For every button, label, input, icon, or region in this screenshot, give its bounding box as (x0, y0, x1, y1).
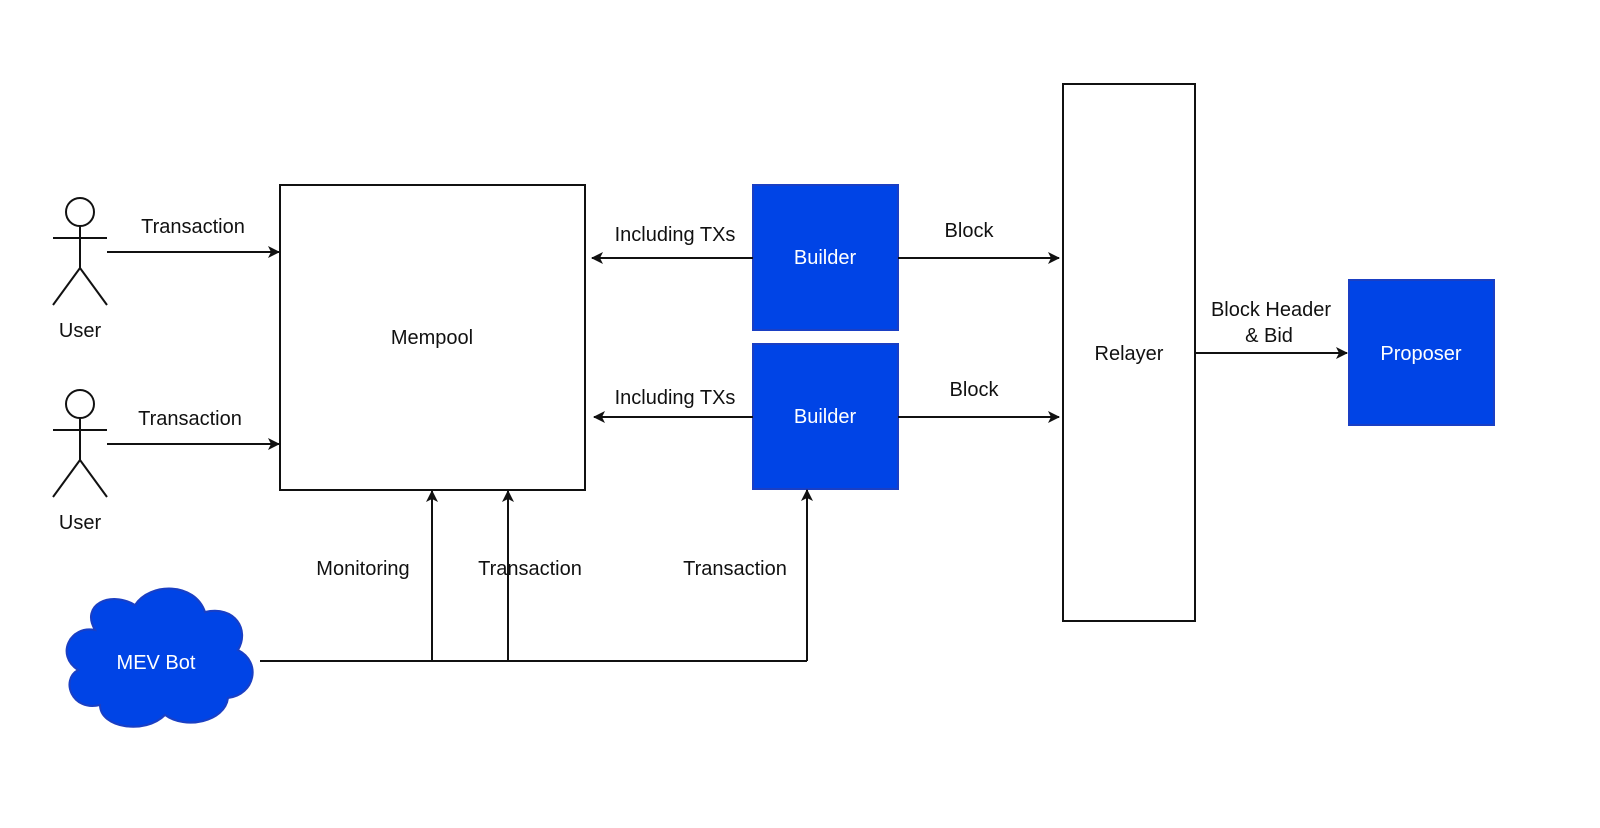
user-leg-right (79, 267, 108, 306)
mev-bot-node[interactable]: MEV Bot (65, 587, 254, 728)
edge-user1-to-mempool: Transaction (107, 216, 280, 258)
edge-builder2-to-mempool: Including TXs (593, 387, 753, 423)
relayer-node[interactable]: Relayer (1062, 83, 1196, 622)
edge-mev-monitoring: Monitoring (316, 490, 438, 661)
builder-node-2[interactable]: Builder (752, 343, 899, 490)
edge-relayer-to-proposer: Block Header & Bid (1195, 299, 1348, 359)
edge-user2-to-mempool: Transaction (107, 408, 280, 450)
edge-builder2-to-relayer: Block (898, 379, 1060, 423)
edge-label: Block (950, 379, 1000, 401)
edge-label: Including TXs (615, 387, 736, 409)
user-leg-right (79, 459, 108, 498)
user-label: User (59, 512, 102, 534)
mempool-label: Mempool (391, 327, 473, 349)
user-leg-left (52, 459, 81, 498)
mev-bot-label: MEV Bot (117, 652, 196, 674)
user-leg-left (52, 267, 81, 306)
user-actor-1[interactable]: User (52, 197, 108, 342)
proposer-node[interactable]: Proposer (1348, 279, 1495, 426)
edge-mev-to-mempool: Transaction (478, 490, 582, 661)
mempool-node[interactable]: Mempool (279, 184, 586, 491)
edge-builder1-to-relayer: Block (898, 220, 1060, 264)
edge-label: Including TXs (615, 224, 736, 246)
edge-label: Transaction (478, 558, 582, 580)
user-actor-2[interactable]: User (52, 389, 108, 534)
edge-label-line1: Block Header (1211, 299, 1331, 321)
user-head-icon (65, 389, 95, 419)
edge-builder1-to-mempool: Including TXs (591, 224, 753, 264)
builder-label: Builder (794, 247, 857, 269)
diagram-canvas: User User Transaction Transaction Mempoo… (52, 83, 1495, 728)
edge-label: Block (945, 220, 995, 242)
builder-node-1[interactable]: Builder (752, 184, 899, 331)
relayer-label: Relayer (1095, 343, 1164, 365)
edge-label: Transaction (683, 558, 787, 580)
edge-mev-to-builder: Transaction (683, 489, 813, 661)
builder-label: Builder (794, 406, 857, 428)
user-head-icon (65, 197, 95, 227)
edge-label-line2: & Bid (1245, 325, 1293, 347)
edge-label: Transaction (138, 408, 242, 430)
edge-label: Transaction (141, 216, 245, 238)
user-label: User (59, 320, 102, 342)
proposer-label: Proposer (1380, 343, 1461, 365)
edge-label: Monitoring (316, 558, 409, 580)
